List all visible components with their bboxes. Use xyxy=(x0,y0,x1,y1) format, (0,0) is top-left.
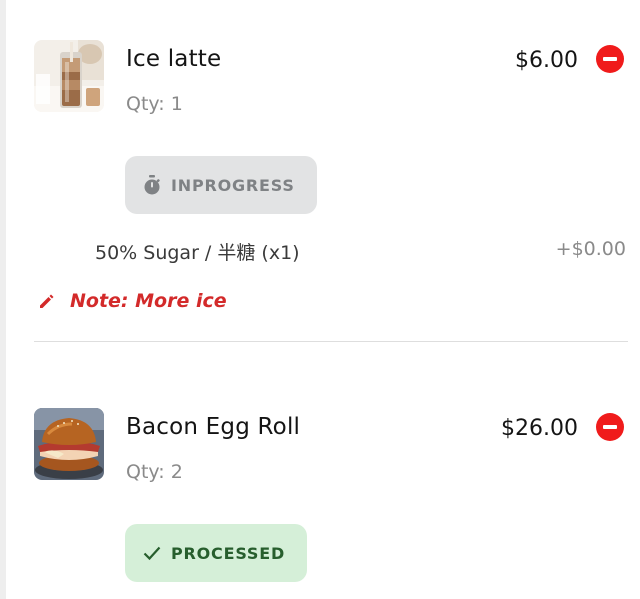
check-icon xyxy=(143,545,161,561)
minus-icon xyxy=(603,425,617,429)
item-name: Bacon Egg Roll xyxy=(126,414,301,440)
status-badge: PROCESSED xyxy=(125,524,308,582)
item-price: $26.00 xyxy=(501,416,578,441)
remove-item-button[interactable] xyxy=(596,413,624,441)
bacon-egg-roll-image xyxy=(34,408,104,480)
item-qty: Qty: 2 xyxy=(126,461,183,483)
order-item: Bacon Egg Roll $26.00 Qty: 2 PROCESSED xyxy=(0,0,640,599)
item-image xyxy=(34,408,104,480)
status-label: PROCESSED xyxy=(171,543,286,563)
